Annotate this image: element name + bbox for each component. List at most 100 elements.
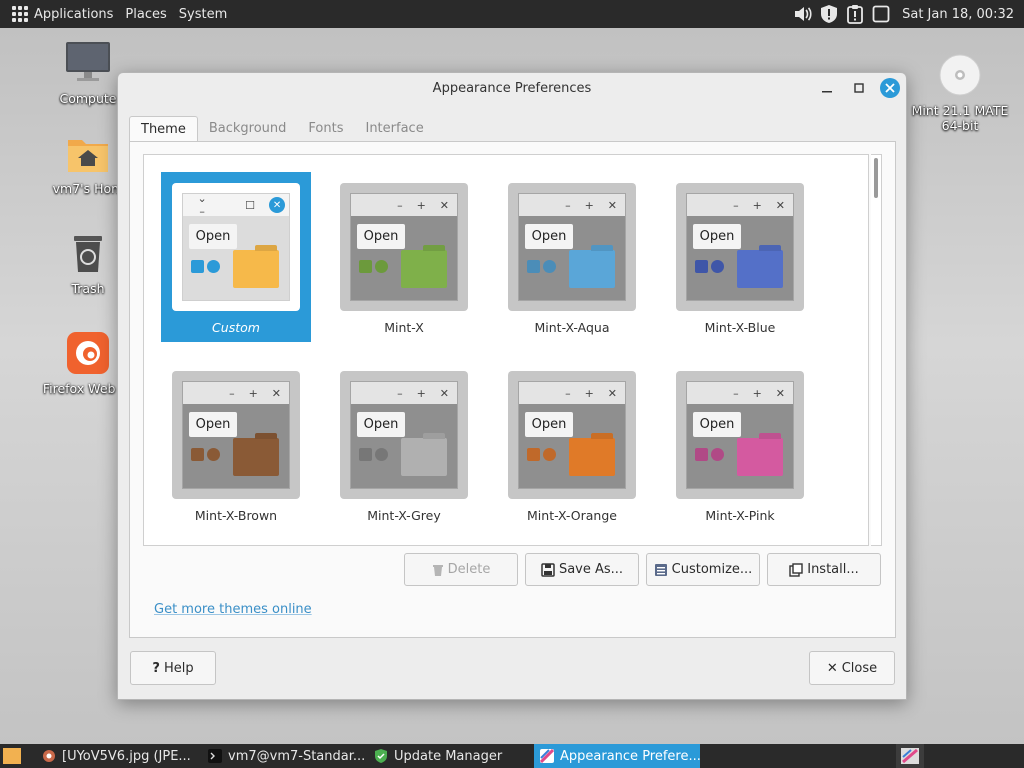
theme-item[interactable]: – + ✕ Open Mint-X-Aqua [497,172,647,342]
theme-list-scrollbar[interactable] [871,154,882,546]
task-update-manager-label: Update Manager [394,748,503,764]
scrollbar-thumb[interactable] [874,158,878,198]
maximize-icon [854,83,864,93]
tab-background[interactable]: Background [198,116,298,142]
terminal-icon [208,749,222,763]
image-viewer-icon [43,750,55,762]
theme-action-buttons: Delete Save As... Customize... Install..… [404,553,881,586]
preview-checkbox-icon [191,448,204,461]
theme-preview-open-button: Open [693,224,741,249]
theme-item[interactable]: ⌄ – ☐ ✕ Open Custom [161,172,311,342]
places-menu[interactable]: Places [119,0,172,28]
theme-preview-window: ⌄ – ☐ ✕ Open [182,192,290,301]
theme-item[interactable]: – + ✕ Open Mint-X-Orange [497,360,647,530]
maximize-button[interactable] [848,77,870,99]
preview-folder-icon [737,438,783,476]
window-titlebar[interactable]: Appearance Preferences [118,73,906,104]
customize-button[interactable]: Customize... [646,553,760,586]
window-close-button[interactable] [880,78,900,98]
preview-checkbox-icon [359,448,372,461]
theme-preview-window: – + ✕ Open [350,381,458,489]
preview-radio-icon [375,448,388,461]
theme-name: Custom [212,320,260,335]
theme-name: Mint-X [384,320,424,335]
workspace-icon[interactable] [870,3,892,25]
theme-preview: – + ✕ Open [508,183,636,311]
theme-name: Mint-X-Brown [194,508,278,523]
theme-preview-checkboxes [359,448,388,461]
preview-close-icon: ✕ [439,386,449,400]
theme-preview: – + ✕ Open [340,183,468,311]
save-as-button[interactable]: Save As... [525,553,639,586]
theme-preview-checkboxes [191,448,220,461]
theme-preview-open-button: Open [525,224,573,249]
task-image-viewer[interactable]: [UYoV5V6.jpg (JPE... [36,744,202,768]
preview-folder-icon [401,250,447,288]
preview-minimize-icon: – [733,198,739,212]
applications-menu[interactable]: Applications [0,0,119,28]
preview-checkbox-icon [527,448,540,461]
preview-maximize-icon: + [416,198,426,212]
close-icon [885,83,895,93]
theme-list[interactable]: ⌄ – ☐ ✕ Open Custom – + ✕ Open Mint-X – + ✕ Open Mint-… [143,154,869,546]
preview-checkbox-icon [191,260,204,273]
preview-radio-icon [711,260,724,273]
theme-item[interactable]: – + ✕ Open Mint-X-Grey [329,360,479,530]
delete-button[interactable]: Delete [404,553,518,586]
places-menu-label: Places [125,6,167,22]
theme-preview: – + ✕ Open [676,371,804,499]
theme-preview-window: – + ✕ Open [518,193,626,301]
system-menu[interactable]: System [173,0,233,28]
theme-preview-checkboxes [695,260,724,273]
clipboard-alert-icon[interactable] [844,3,866,25]
theme-item[interactable]: – + ✕ Open Mint-X-Pink [665,360,815,530]
customize-icon [654,563,667,576]
theme-preview: – + ✕ Open [508,371,636,499]
install-button-label: Install... [807,562,859,577]
task-appearance-preferences[interactable]: Appearance Prefere... [534,744,700,768]
task-terminal[interactable]: vm7@vm7-Standar... [202,744,368,768]
theme-preview-open-button: Open [357,412,405,437]
volume-icon[interactable] [792,3,814,25]
tab-interface[interactable]: Interface [354,116,434,142]
workspace-switcher[interactable] [896,744,924,768]
install-icon [789,562,803,577]
theme-preview: ⌄ – ☐ ✕ Open [172,183,300,311]
task-update-manager[interactable]: Update Manager [368,744,534,768]
theme-name: Mint-X-Aqua [534,320,610,335]
get-more-themes-link[interactable]: Get more themes online [154,602,312,617]
preview-folder-icon [233,438,279,476]
tab-fonts[interactable]: Fonts [297,116,354,142]
task-image-viewer-label: [UYoV5V6.jpg (JPE... [62,748,191,764]
preview-close-icon: ✕ [439,198,449,212]
clock[interactable]: Sat Jan 18, 00:32 [894,7,1024,22]
theme-item[interactable]: – + ✕ Open Mint-X-Blue [665,172,815,342]
theme-name: Mint-X-Pink [705,508,775,523]
appearance-preferences-window: Appearance Preferences Theme Background … [117,72,907,700]
install-button[interactable]: Install... [767,553,881,586]
close-button[interactable]: ✕ Close [809,651,895,685]
theme-item[interactable]: – + ✕ Open Mint-X [329,172,479,342]
preview-folder-icon [401,438,447,476]
theme-item[interactable]: – + ✕ Open Mint-X-Brown [161,360,311,530]
tab-theme[interactable]: Theme [129,116,198,142]
theme-preview-checkboxes [359,260,388,273]
preview-close-icon: ✕ [775,386,785,400]
help-button-label: Help [163,660,194,676]
theme-preview-window: – + ✕ Open [182,381,290,489]
show-desktop-button[interactable] [0,744,24,768]
theme-preview-checkboxes [191,260,220,273]
trash-icon [432,564,443,576]
theme-preview-titlebar: – + ✕ [183,382,289,404]
minimize-button[interactable] [816,77,838,99]
preview-close-icon: ✕ [775,198,785,212]
theme-preview-window: – + ✕ Open [518,381,626,489]
desktop-mint-disc[interactable]: Mint 21.1 MATE 64-bit [910,54,1010,133]
preview-minimize-icon: – [733,386,739,400]
shield-alert-icon[interactable] [818,3,840,25]
help-button[interactable]: ? Help [130,651,216,685]
desktop-mint-disc-label: Mint 21.1 MATE 64-bit [911,103,1009,133]
close-button-label: Close [841,660,878,676]
preview-minimize-icon: – [397,198,403,212]
preview-minimize-icon: – [397,386,403,400]
